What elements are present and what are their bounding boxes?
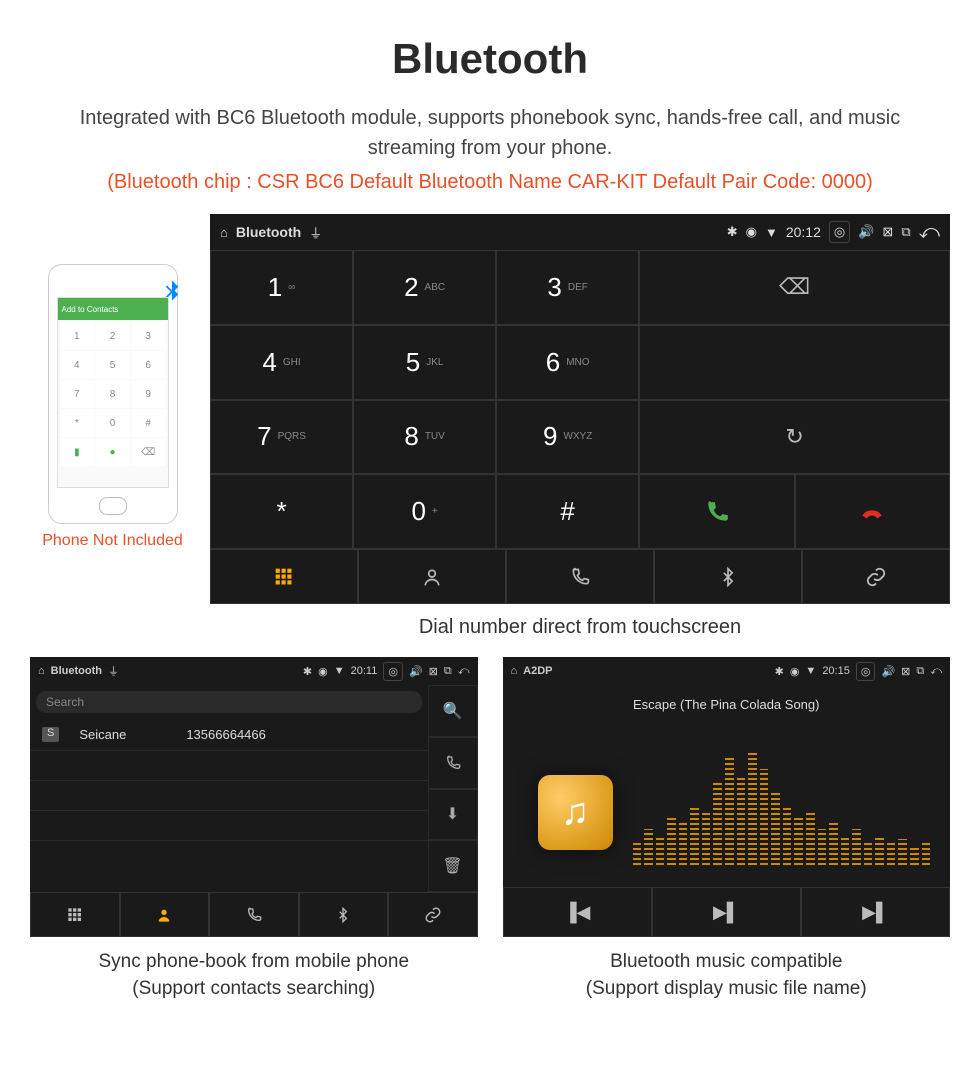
location-icon: ◉ bbox=[790, 665, 800, 678]
usb-icon: ⏚ bbox=[108, 663, 119, 679]
subtitle: Integrated with BC6 Bluetooth module, su… bbox=[0, 103, 980, 163]
key-2[interactable]: 2ABC bbox=[353, 250, 496, 325]
home-icon[interactable]: ⌂ bbox=[220, 225, 228, 240]
key-#[interactable]: # bbox=[496, 474, 639, 549]
call-icon[interactable] bbox=[428, 737, 478, 789]
dialer-screen: ⌂ Bluetooth ⏚ ✱ ◉ ▼ 20:12 ◎ 🔊 ⊠ ⧉ ⤺ 1∞2A… bbox=[210, 214, 950, 604]
key-4[interactable]: 4GHI bbox=[210, 325, 353, 400]
clock: 20:12 bbox=[786, 224, 821, 240]
clock: 20:15 bbox=[822, 665, 850, 677]
usb-icon: ⏚ bbox=[309, 223, 322, 242]
bluetooth-icon: ✱ bbox=[303, 665, 312, 678]
music-caption: Bluetooth music compatible(Support displ… bbox=[503, 937, 951, 1014]
location-icon: ◉ bbox=[746, 224, 757, 240]
play-pause-button[interactable]: ▶▌ bbox=[652, 887, 801, 937]
key-8[interactable]: 8TUV bbox=[353, 400, 496, 475]
volume-icon[interactable]: 🔊 bbox=[881, 665, 895, 678]
backspace-button[interactable]: ⌫ bbox=[639, 250, 950, 325]
phone-add-contacts-label: Add to Contacts bbox=[62, 305, 119, 314]
volume-icon[interactable]: 🔊 bbox=[858, 224, 874, 240]
key-0[interactable]: 0+ bbox=[353, 474, 496, 549]
search-icon[interactable]: 🔍 bbox=[428, 685, 478, 737]
camera-icon[interactable]: ◎ bbox=[856, 662, 876, 681]
contacts-screen: ⌂ Bluetooth ⏚ ✱ ◉ ▼ 20:11 ◎ 🔊 ⊠ ⧉ ⤺ Sear… bbox=[30, 657, 478, 937]
statusbar-title: Bluetooth bbox=[236, 224, 301, 240]
clock: 20:11 bbox=[351, 665, 378, 677]
nav-keypad[interactable] bbox=[210, 549, 358, 604]
statusbar-title: A2DP bbox=[523, 665, 552, 677]
nav-link[interactable] bbox=[388, 892, 478, 937]
bluetooth-icon: ✱ bbox=[775, 665, 784, 678]
delete-icon[interactable]: 🗑 bbox=[428, 840, 478, 892]
nav-contacts[interactable] bbox=[358, 549, 506, 604]
home-icon[interactable]: ⌂ bbox=[511, 665, 518, 677]
nav-keypad[interactable] bbox=[30, 892, 120, 937]
nav-recent[interactable] bbox=[209, 892, 299, 937]
camera-icon[interactable]: ◎ bbox=[383, 662, 403, 681]
dialer-caption: Dial number direct from touchscreen bbox=[210, 604, 950, 657]
statusbar-title: Bluetooth bbox=[51, 665, 102, 677]
camera-icon[interactable]: ◎ bbox=[829, 221, 850, 243]
wifi-icon: ▼ bbox=[334, 665, 345, 677]
key-6[interactable]: 6MNO bbox=[496, 325, 639, 400]
contact-name: Seicane bbox=[79, 727, 126, 742]
prev-track-button[interactable]: ▐◀ bbox=[503, 887, 652, 937]
key-5[interactable]: 5JKL bbox=[353, 325, 496, 400]
bluetooth-icon: ✱ bbox=[727, 224, 738, 240]
contacts-caption: Sync phone-book from mobile phone(Suppor… bbox=[30, 937, 478, 1014]
music-screen: ⌂ A2DP ✱ ◉ ▼ 20:15 ◎ 🔊 ⊠ ⧉ ⤺ Escape (The… bbox=[503, 657, 951, 937]
nav-link[interactable] bbox=[802, 549, 950, 604]
call-button[interactable] bbox=[639, 474, 794, 549]
wifi-icon: ▼ bbox=[765, 225, 778, 240]
page-title: Bluetooth bbox=[0, 0, 980, 103]
specs-line: (Bluetooth chip : CSR BC6 Default Blueto… bbox=[0, 163, 980, 214]
song-title: Escape (The Pina Colada Song) bbox=[503, 685, 951, 724]
close-icon[interactable]: ⊠ bbox=[901, 665, 910, 678]
back-icon[interactable]: ⤺ bbox=[919, 221, 940, 244]
volume-icon[interactable]: 🔊 bbox=[409, 665, 423, 678]
key-3[interactable]: 3DEF bbox=[496, 250, 639, 325]
hangup-button[interactable] bbox=[795, 474, 950, 549]
home-icon[interactable]: ⌂ bbox=[38, 665, 45, 677]
search-input[interactable]: Search bbox=[36, 691, 422, 713]
download-icon[interactable]: ⬇ bbox=[428, 789, 478, 841]
contact-badge: S bbox=[42, 727, 59, 742]
nav-bluetooth[interactable] bbox=[299, 892, 389, 937]
key-1[interactable]: 1∞ bbox=[210, 250, 353, 325]
close-icon[interactable]: ⊠ bbox=[882, 224, 893, 240]
keypad: 1∞2ABC3DEF 4GHI5JKL6MNO 7PQRS8TUV9WXYZ *0+# bbox=[210, 250, 639, 549]
back-icon[interactable]: ⤺ bbox=[930, 665, 942, 678]
key-*[interactable]: * bbox=[210, 474, 353, 549]
recent-icon[interactable]: ⧉ bbox=[444, 665, 452, 678]
close-icon[interactable]: ⊠ bbox=[429, 665, 438, 678]
phone-mockup: Add to Contacts 123 456 789 *0# ▮●⌫ bbox=[48, 264, 178, 524]
visualizer bbox=[633, 745, 931, 865]
nav-contacts[interactable] bbox=[120, 892, 210, 937]
phone-caption: Phone Not Included bbox=[30, 532, 195, 550]
recent-icon[interactable]: ⧉ bbox=[916, 665, 924, 678]
location-icon: ◉ bbox=[318, 665, 328, 678]
music-note-icon: ♫ bbox=[538, 775, 613, 850]
back-icon[interactable]: ⤺ bbox=[458, 665, 470, 678]
nav-recent[interactable] bbox=[506, 549, 654, 604]
wifi-icon: ▼ bbox=[805, 665, 816, 677]
contact-row[interactable]: S Seicane 13566664466 bbox=[30, 719, 428, 751]
key-7[interactable]: 7PQRS bbox=[210, 400, 353, 475]
nav-bluetooth[interactable] bbox=[654, 549, 802, 604]
recent-icon[interactable]: ⧉ bbox=[901, 224, 910, 240]
contact-number: 13566664466 bbox=[186, 727, 266, 742]
next-track-button[interactable]: ▶▌ bbox=[801, 887, 950, 937]
redial-button[interactable]: ↻ bbox=[639, 400, 950, 475]
key-9[interactable]: 9WXYZ bbox=[496, 400, 639, 475]
